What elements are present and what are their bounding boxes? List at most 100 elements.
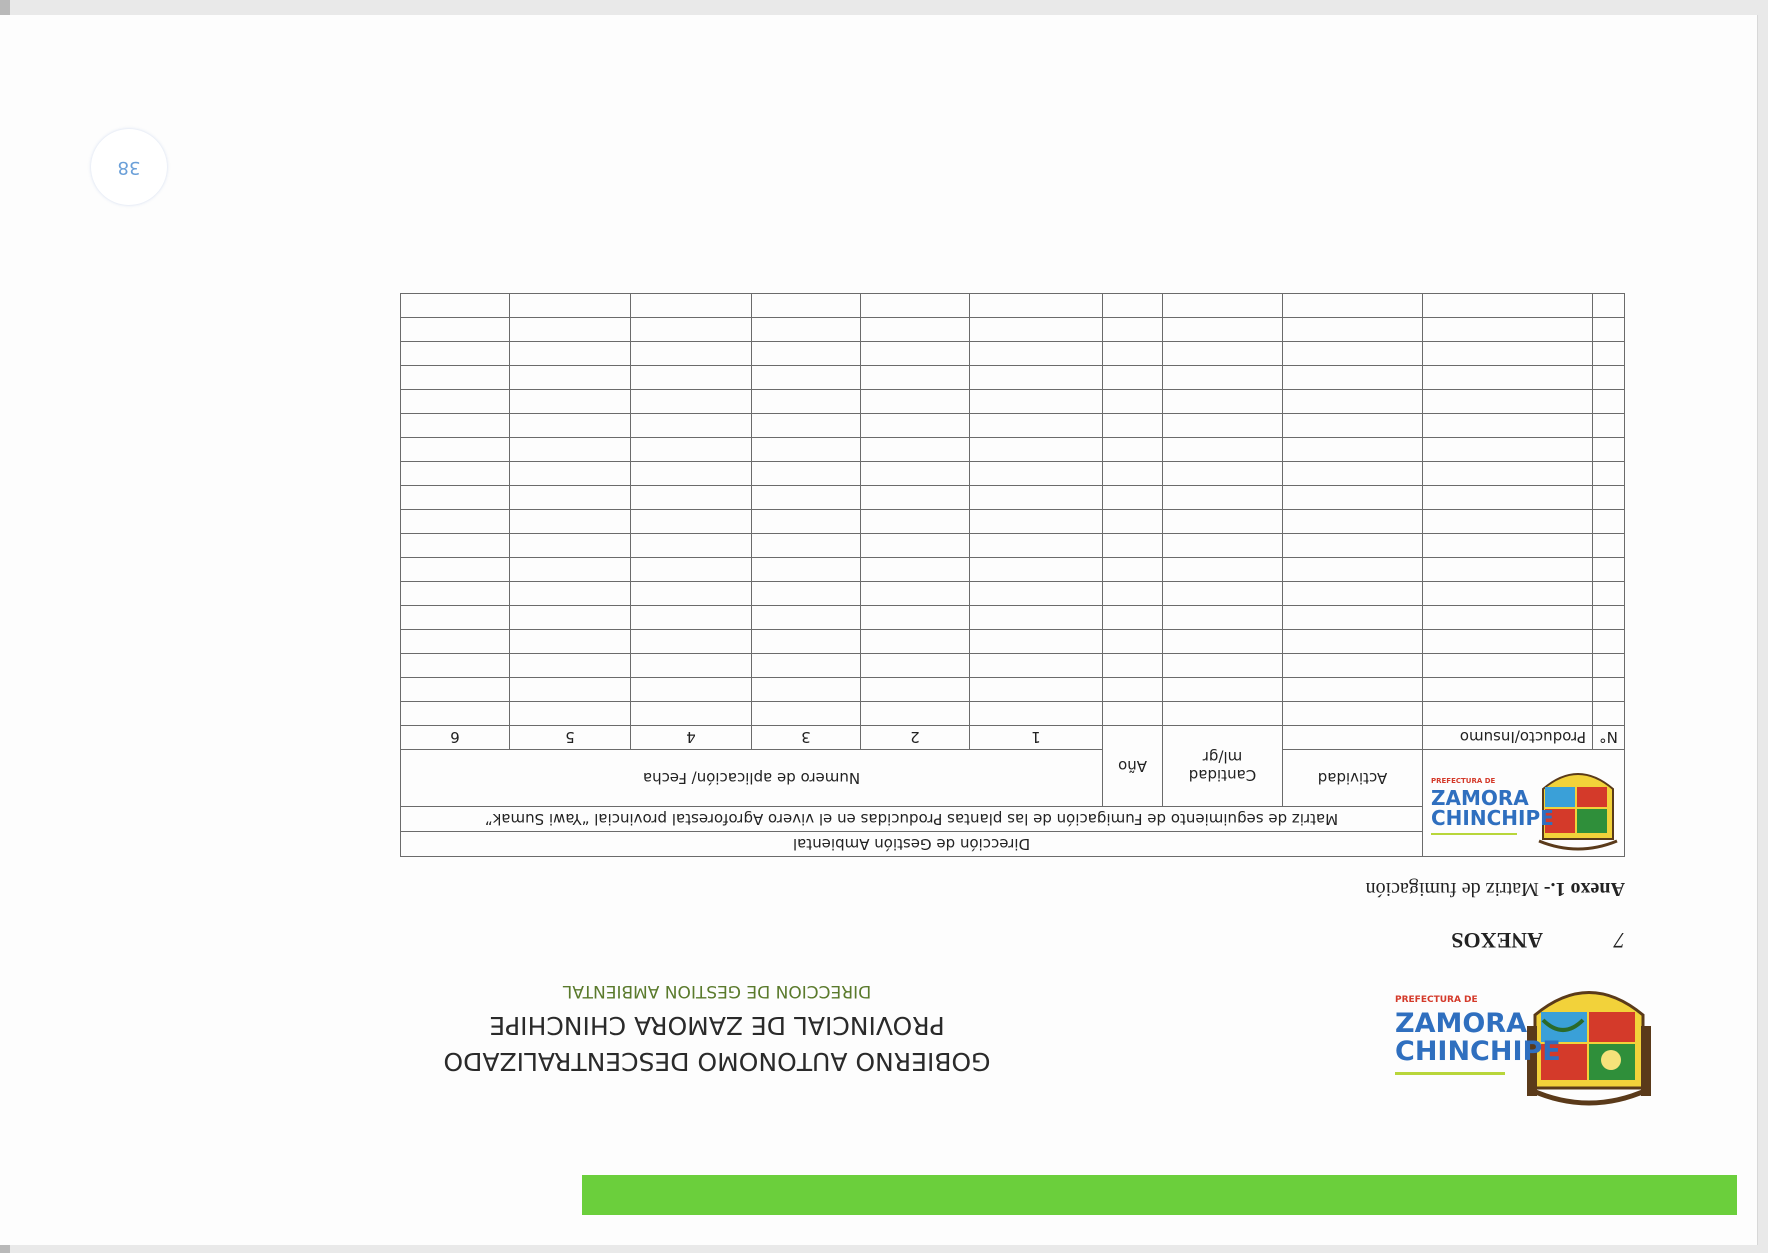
table-cell[interactable] bbox=[969, 653, 1103, 678]
table-cell[interactable] bbox=[1422, 629, 1593, 654]
table-cell[interactable] bbox=[1102, 605, 1163, 630]
table-cell[interactable] bbox=[1102, 557, 1163, 582]
table-cell[interactable] bbox=[1162, 509, 1283, 534]
table-cell[interactable] bbox=[1592, 389, 1625, 414]
table-cell[interactable] bbox=[1592, 437, 1625, 462]
table-cell[interactable] bbox=[630, 581, 752, 606]
table-cell[interactable] bbox=[969, 605, 1103, 630]
table-cell[interactable] bbox=[1102, 365, 1163, 390]
table-cell[interactable] bbox=[969, 389, 1103, 414]
table-cell[interactable] bbox=[1282, 485, 1423, 510]
table-cell[interactable] bbox=[509, 533, 631, 558]
table-cell[interactable] bbox=[751, 509, 861, 534]
table-cell[interactable] bbox=[860, 461, 970, 486]
table-cell[interactable] bbox=[1282, 629, 1423, 654]
table-cell[interactable] bbox=[1422, 389, 1593, 414]
table-cell[interactable] bbox=[1422, 365, 1593, 390]
table-cell[interactable] bbox=[509, 605, 631, 630]
table-cell[interactable] bbox=[860, 437, 970, 462]
table-cell[interactable] bbox=[1282, 437, 1423, 462]
table-cell[interactable] bbox=[630, 509, 752, 534]
table-cell[interactable] bbox=[630, 317, 752, 342]
table-cell[interactable] bbox=[1282, 677, 1423, 702]
table-cell[interactable] bbox=[400, 365, 510, 390]
table-cell[interactable] bbox=[400, 605, 510, 630]
table-cell[interactable] bbox=[1162, 389, 1283, 414]
table-cell[interactable] bbox=[1592, 461, 1625, 486]
table-cell[interactable] bbox=[969, 317, 1103, 342]
table-cell[interactable] bbox=[1162, 365, 1283, 390]
table-cell[interactable] bbox=[1102, 701, 1163, 726]
table-cell[interactable] bbox=[509, 629, 631, 654]
table-cell[interactable] bbox=[400, 629, 510, 654]
table-cell[interactable] bbox=[751, 653, 861, 678]
table-cell[interactable] bbox=[1162, 341, 1283, 366]
table-cell[interactable] bbox=[860, 389, 970, 414]
table-cell[interactable] bbox=[1102, 437, 1163, 462]
table-cell[interactable] bbox=[1102, 581, 1163, 606]
table-cell[interactable] bbox=[1592, 629, 1625, 654]
table-cell[interactable] bbox=[1282, 413, 1423, 438]
table-cell[interactable] bbox=[751, 365, 861, 390]
table-cell[interactable] bbox=[1422, 341, 1593, 366]
table-cell[interactable] bbox=[1162, 629, 1283, 654]
table-cell[interactable] bbox=[1102, 533, 1163, 558]
table-cell[interactable] bbox=[969, 677, 1103, 702]
table-cell[interactable] bbox=[1282, 389, 1423, 414]
table-cell[interactable] bbox=[751, 413, 861, 438]
table-cell[interactable] bbox=[630, 557, 752, 582]
table-cell[interactable] bbox=[1422, 701, 1593, 726]
table-cell[interactable] bbox=[1102, 389, 1163, 414]
table-cell[interactable] bbox=[1592, 509, 1625, 534]
table-cell[interactable] bbox=[860, 413, 970, 438]
table-cell[interactable] bbox=[630, 629, 752, 654]
table-cell[interactable] bbox=[1592, 557, 1625, 582]
table-cell[interactable] bbox=[1102, 461, 1163, 486]
table-cell[interactable] bbox=[509, 437, 631, 462]
table-cell[interactable] bbox=[509, 677, 631, 702]
table-cell[interactable] bbox=[1422, 485, 1593, 510]
table-cell[interactable] bbox=[969, 581, 1103, 606]
table-cell[interactable] bbox=[1162, 413, 1283, 438]
table-cell[interactable] bbox=[400, 581, 510, 606]
table-cell[interactable] bbox=[509, 653, 631, 678]
table-cell[interactable] bbox=[630, 653, 752, 678]
table-cell[interactable] bbox=[1282, 653, 1423, 678]
table-cell[interactable] bbox=[1102, 485, 1163, 510]
table-cell[interactable] bbox=[1592, 317, 1625, 342]
table-cell[interactable] bbox=[1422, 413, 1593, 438]
table-cell[interactable] bbox=[400, 677, 510, 702]
table-cell[interactable] bbox=[1282, 461, 1423, 486]
table-cell[interactable] bbox=[1282, 533, 1423, 558]
table-cell[interactable] bbox=[860, 485, 970, 510]
table-cell[interactable] bbox=[969, 557, 1103, 582]
table-cell[interactable] bbox=[1422, 677, 1593, 702]
table-cell[interactable] bbox=[1592, 341, 1625, 366]
table-cell[interactable] bbox=[1282, 581, 1423, 606]
table-cell[interactable] bbox=[1282, 317, 1423, 342]
table-cell[interactable] bbox=[860, 701, 970, 726]
table-cell[interactable] bbox=[1282, 365, 1423, 390]
table-cell[interactable] bbox=[969, 509, 1103, 534]
table-cell[interactable] bbox=[1282, 701, 1423, 726]
table-cell[interactable] bbox=[1162, 317, 1283, 342]
table-cell[interactable] bbox=[1162, 485, 1283, 510]
table-cell[interactable] bbox=[1592, 533, 1625, 558]
table-cell[interactable] bbox=[1102, 341, 1163, 366]
table-cell[interactable] bbox=[1102, 653, 1163, 678]
table-cell[interactable] bbox=[969, 365, 1103, 390]
table-cell[interactable] bbox=[1422, 653, 1593, 678]
table-cell[interactable] bbox=[630, 341, 752, 366]
table-cell[interactable] bbox=[969, 485, 1103, 510]
table-cell[interactable] bbox=[969, 461, 1103, 486]
table-cell[interactable] bbox=[1162, 533, 1283, 558]
table-cell[interactable] bbox=[1162, 557, 1283, 582]
table-cell[interactable] bbox=[630, 533, 752, 558]
table-cell[interactable] bbox=[630, 365, 752, 390]
table-cell[interactable] bbox=[1162, 437, 1283, 462]
table-cell[interactable] bbox=[969, 533, 1103, 558]
table-cell[interactable] bbox=[1422, 605, 1593, 630]
table-cell[interactable] bbox=[1592, 293, 1625, 318]
table-cell[interactable] bbox=[1102, 317, 1163, 342]
table-cell[interactable] bbox=[751, 389, 861, 414]
